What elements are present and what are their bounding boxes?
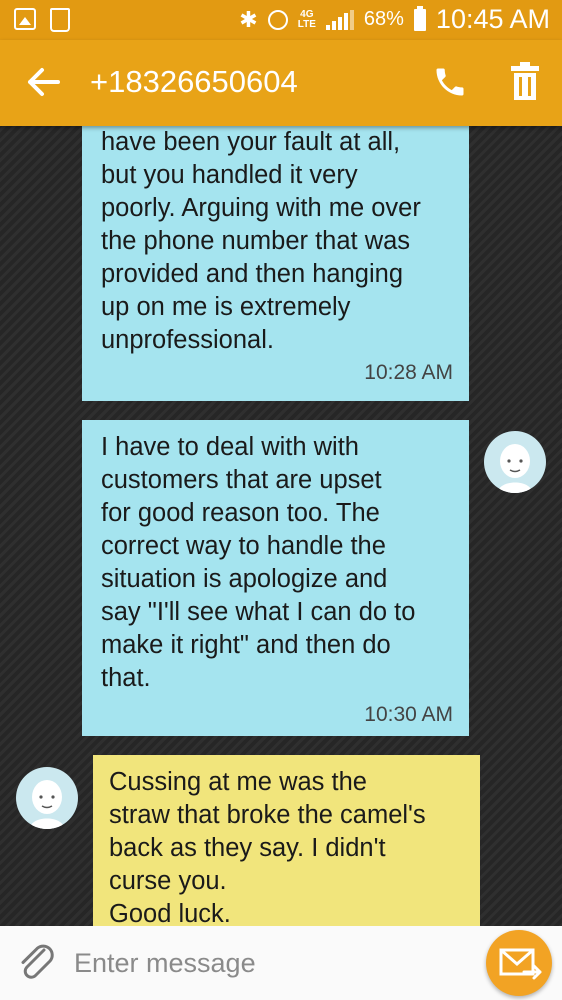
conversation-list[interactable]: have been your fault at all, but you han… — [0, 126, 562, 926]
trash-icon[interactable] — [508, 62, 542, 102]
message-input[interactable] — [72, 942, 456, 984]
message-text: have been your fault at all, but you han… — [101, 128, 421, 354]
message-text: Cussing at me was the straw that broke t… — [109, 768, 426, 926]
my-avatar — [484, 431, 546, 493]
contact-avatar — [16, 767, 78, 829]
battery-icon — [413, 5, 426, 31]
paperclip-icon[interactable] — [14, 940, 58, 984]
phone-icon[interactable] — [432, 64, 468, 100]
status-bar: ✱ 4G LTE 68% 10:45 AM — [0, 0, 562, 40]
message-bubble-received[interactable]: Cussing at me was the straw that broke t… — [93, 755, 480, 926]
battery-percent: 68% — [363, 8, 404, 30]
message-bubble-sent[interactable]: have been your fault at all, but you han… — [82, 126, 469, 401]
back-arrow-icon[interactable] — [26, 62, 62, 102]
status-clock: 10:45 AM — [435, 4, 550, 34]
network-type-icon: 4G LTE — [297, 8, 316, 30]
send-button[interactable] — [486, 930, 552, 996]
message-bubble-sent[interactable]: I have to deal with with customers that … — [82, 420, 469, 736]
app-bar: +18326650604 — [0, 40, 562, 126]
alarm-icon — [267, 9, 288, 30]
bluetooth-icon: ✱ — [239, 6, 258, 32]
contact-title: +18326650604 — [90, 64, 298, 99]
message-text: I have to deal with with customers that … — [101, 433, 416, 692]
message-time: 10:28 AM — [364, 361, 453, 384]
store-notification-icon — [50, 8, 70, 32]
signal-icon — [325, 9, 354, 30]
gallery-notification-icon — [14, 8, 36, 30]
message-time: 10:30 AM — [364, 703, 453, 726]
message-composer — [0, 926, 562, 1000]
send-envelope-icon — [499, 948, 542, 980]
